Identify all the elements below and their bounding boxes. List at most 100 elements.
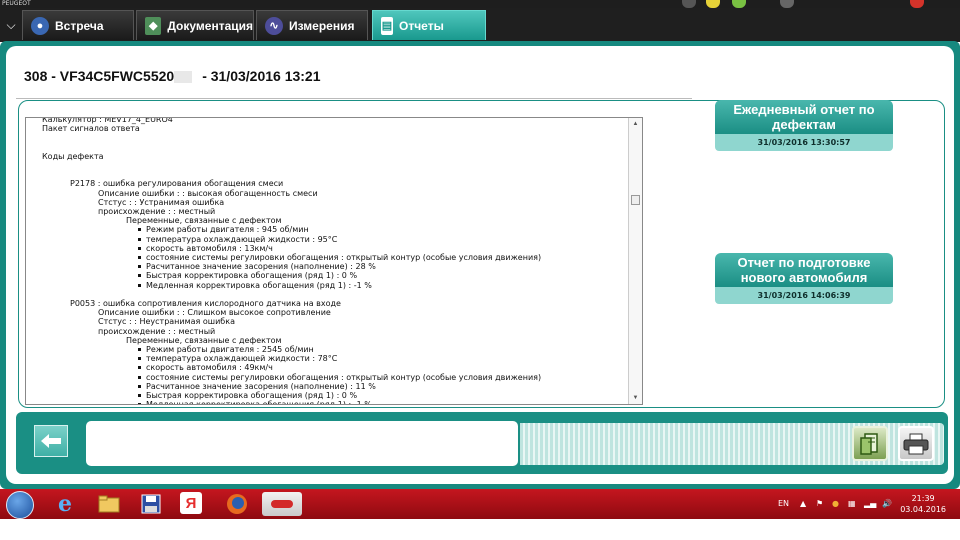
language-indicator[interactable]: EN bbox=[778, 499, 789, 508]
minimize-button[interactable] bbox=[682, 0, 696, 8]
flag-icon[interactable]: ⚑ bbox=[816, 499, 826, 509]
report-card-daily-defects[interactable]: Ежедневный отчет по дефектам 31/03/2016 … bbox=[715, 100, 893, 151]
clock[interactable]: 21:39 03.04.2016 bbox=[900, 493, 946, 515]
report-line bbox=[42, 161, 541, 170]
report-line: Коды дефекта bbox=[42, 151, 104, 161]
meeting-icon: ● bbox=[31, 16, 49, 35]
report-line bbox=[42, 143, 541, 152]
report-line: Пакет сигналов ответа bbox=[42, 124, 140, 134]
network-icon[interactable]: ▦ bbox=[848, 499, 858, 509]
report-line: Расчитанное значение засорения (наполнен… bbox=[42, 262, 541, 271]
clock-time: 21:39 bbox=[911, 494, 935, 503]
report-line: Переменные, связанные с дефектом bbox=[126, 216, 282, 226]
scroll-up-icon[interactable]: ▲ bbox=[629, 118, 642, 130]
report-line: Быстрая корректировка обогащения (ряд 1)… bbox=[42, 271, 541, 280]
vehicle-header: 308 - VF34C5FWC5520 - 31/03/2016 13:21 bbox=[24, 68, 321, 84]
report-card-new-vehicle-prep[interactable]: Отчет по подготовке нового автомобиля 31… bbox=[715, 253, 893, 304]
signal-icon[interactable]: ▂▄ bbox=[864, 499, 876, 509]
system-tray: EN ▲ ⚑ ● ▦ ▂▄ 🔊 21:39 03.04.2016 bbox=[760, 489, 960, 519]
report-line: Описание ошибки : : высокая обогащенност… bbox=[98, 188, 318, 198]
vehicle-vin: 308 - VF34C5FWC5520 bbox=[24, 68, 175, 84]
windows-start-icon[interactable] bbox=[6, 491, 34, 519]
report-line: Переменные, связанные с дефектом bbox=[126, 335, 282, 345]
measurement-icon: ∿ bbox=[265, 16, 283, 35]
report-scrollbar[interactable]: ▲ ▼ bbox=[628, 118, 642, 404]
yandex-letter: Я bbox=[185, 494, 197, 512]
report-line: P2178 : ошибка регулирования обогащения … bbox=[70, 179, 284, 189]
report-text-viewer[interactable]: Калькулятор : MEV17_4_EURO4 Пакет сигнало… bbox=[25, 117, 643, 405]
report-line: происхождение : : местный bbox=[98, 326, 216, 336]
report-card-title[interactable]: Отчет по подготовке нового автомобиля bbox=[715, 253, 893, 287]
settings-button[interactable] bbox=[780, 0, 794, 8]
tab-reports[interactable]: ▤ Отчеты bbox=[372, 10, 486, 40]
report-content: Калькулятор : MEV17_4_EURO4 Пакет сигнало… bbox=[42, 117, 541, 404]
documentation-icon: ◆ bbox=[145, 16, 162, 35]
report-line: Медленная корректировка обогащения (ряд … bbox=[42, 281, 541, 290]
chevron-up-icon[interactable]: ▲ bbox=[800, 499, 810, 509]
arrow-left-icon bbox=[41, 434, 61, 448]
diagbox-icon[interactable] bbox=[262, 492, 302, 516]
report-line: Режим работы двигателя : 945 об/мин bbox=[42, 225, 541, 234]
volume-icon[interactable]: 🔊 bbox=[882, 499, 892, 509]
tab-measurements[interactable]: ∿ Измерения bbox=[256, 10, 368, 40]
divider bbox=[16, 98, 692, 99]
report-line: P0053 : ошибка сопротивления кислородног… bbox=[70, 299, 341, 309]
comment-input[interactable] bbox=[86, 421, 518, 466]
report-area: Калькулятор : MEV17_4_EURO4 Пакет сигнало… bbox=[18, 100, 945, 408]
report-line: состояние системы регулировки обогащения… bbox=[42, 253, 541, 262]
content-panel: 308 - VF34C5FWC5520 - 31/03/2016 13:21 Ка… bbox=[6, 46, 954, 484]
tab-meeting-label: Встреча bbox=[55, 18, 104, 33]
report-card-date: 31/03/2016 13:30:57 bbox=[715, 134, 893, 151]
status-button[interactable] bbox=[732, 0, 746, 8]
report-card-title[interactable]: Ежедневный отчет по дефектам bbox=[715, 100, 893, 134]
back-button[interactable] bbox=[34, 425, 68, 457]
report-line: Медленная корректировка обогащения (ряд … bbox=[42, 400, 541, 404]
report-line: скорость автомобиля : 49км/ч bbox=[42, 363, 541, 372]
report-line: состояние системы регулировки обогащения… bbox=[42, 373, 541, 382]
screen: PEUGEOT ⌵ ● Встреча ◆ Документация ∿ Изм… bbox=[0, 0, 960, 540]
vin-redacted bbox=[174, 71, 193, 84]
export-icon bbox=[860, 432, 878, 455]
report-line: Описание ошибки : : Слишком высокое сопр… bbox=[98, 308, 331, 318]
tab-bar: ⌵ ● Встреча ◆ Документация ∿ Измерения ▤… bbox=[0, 8, 960, 42]
tab-documentation-label: Документация bbox=[167, 18, 253, 33]
update-icon[interactable]: ● bbox=[832, 499, 842, 509]
scroll-thumb[interactable] bbox=[631, 195, 640, 205]
screen-bottom-margin bbox=[0, 519, 960, 540]
session-date: - 31/03/2016 13:21 bbox=[202, 68, 321, 84]
chevron-down-icon[interactable]: ⌵ bbox=[0, 10, 22, 40]
close-button[interactable] bbox=[910, 0, 924, 8]
main-frame: 308 - VF34C5FWC5520 - 31/03/2016 13:21 Ка… bbox=[0, 41, 960, 489]
printer-icon bbox=[903, 433, 929, 454]
brand-label: PEUGEOT bbox=[2, 0, 31, 7]
print-button[interactable] bbox=[898, 426, 934, 461]
yandex-icon[interactable]: Я bbox=[180, 492, 202, 514]
report-line: Режим работы двигателя : 2545 об/мин bbox=[42, 345, 541, 354]
report-line bbox=[42, 290, 541, 299]
bottom-toolbar bbox=[16, 412, 948, 474]
scroll-down-icon[interactable]: ▼ bbox=[629, 392, 642, 404]
report-line: Быстрая корректировка обогащения (ряд 1)… bbox=[42, 391, 541, 400]
save-disk-icon[interactable] bbox=[138, 492, 164, 516]
report-card-date: 31/03/2016 14:06:39 bbox=[715, 287, 893, 304]
report-line: температура охлаждающей жидкости : 78°C bbox=[42, 354, 541, 363]
report-line: скорость автомобиля : 13км/ч bbox=[42, 244, 541, 253]
clock-date: 03.04.2016 bbox=[900, 505, 946, 514]
tab-measurements-label: Измерения bbox=[289, 18, 355, 33]
internet-explorer-icon[interactable]: e bbox=[52, 491, 78, 517]
tab-documentation[interactable]: ◆ Документация bbox=[136, 10, 254, 40]
report-line: Стстус : : Устранимая ошибка bbox=[98, 197, 225, 207]
report-line: температура охлаждающей жидкости : 95°C bbox=[42, 235, 541, 244]
tab-meeting[interactable]: ● Встреча bbox=[22, 10, 134, 40]
export-report-button[interactable] bbox=[852, 426, 888, 461]
reports-icon: ▤ bbox=[381, 16, 393, 35]
file-explorer-icon[interactable] bbox=[96, 492, 122, 516]
report-line: Калькулятор : MEV17_4_EURO4 bbox=[42, 117, 173, 124]
report-line: Расчитанное значение засорения (наполнен… bbox=[42, 382, 541, 391]
report-line: происхождение : : местный bbox=[98, 207, 216, 217]
report-line bbox=[42, 170, 541, 179]
firefox-icon[interactable] bbox=[224, 492, 250, 516]
tab-reports-label: Отчеты bbox=[399, 18, 444, 33]
report-line bbox=[42, 133, 541, 142]
help-button[interactable] bbox=[706, 0, 720, 8]
